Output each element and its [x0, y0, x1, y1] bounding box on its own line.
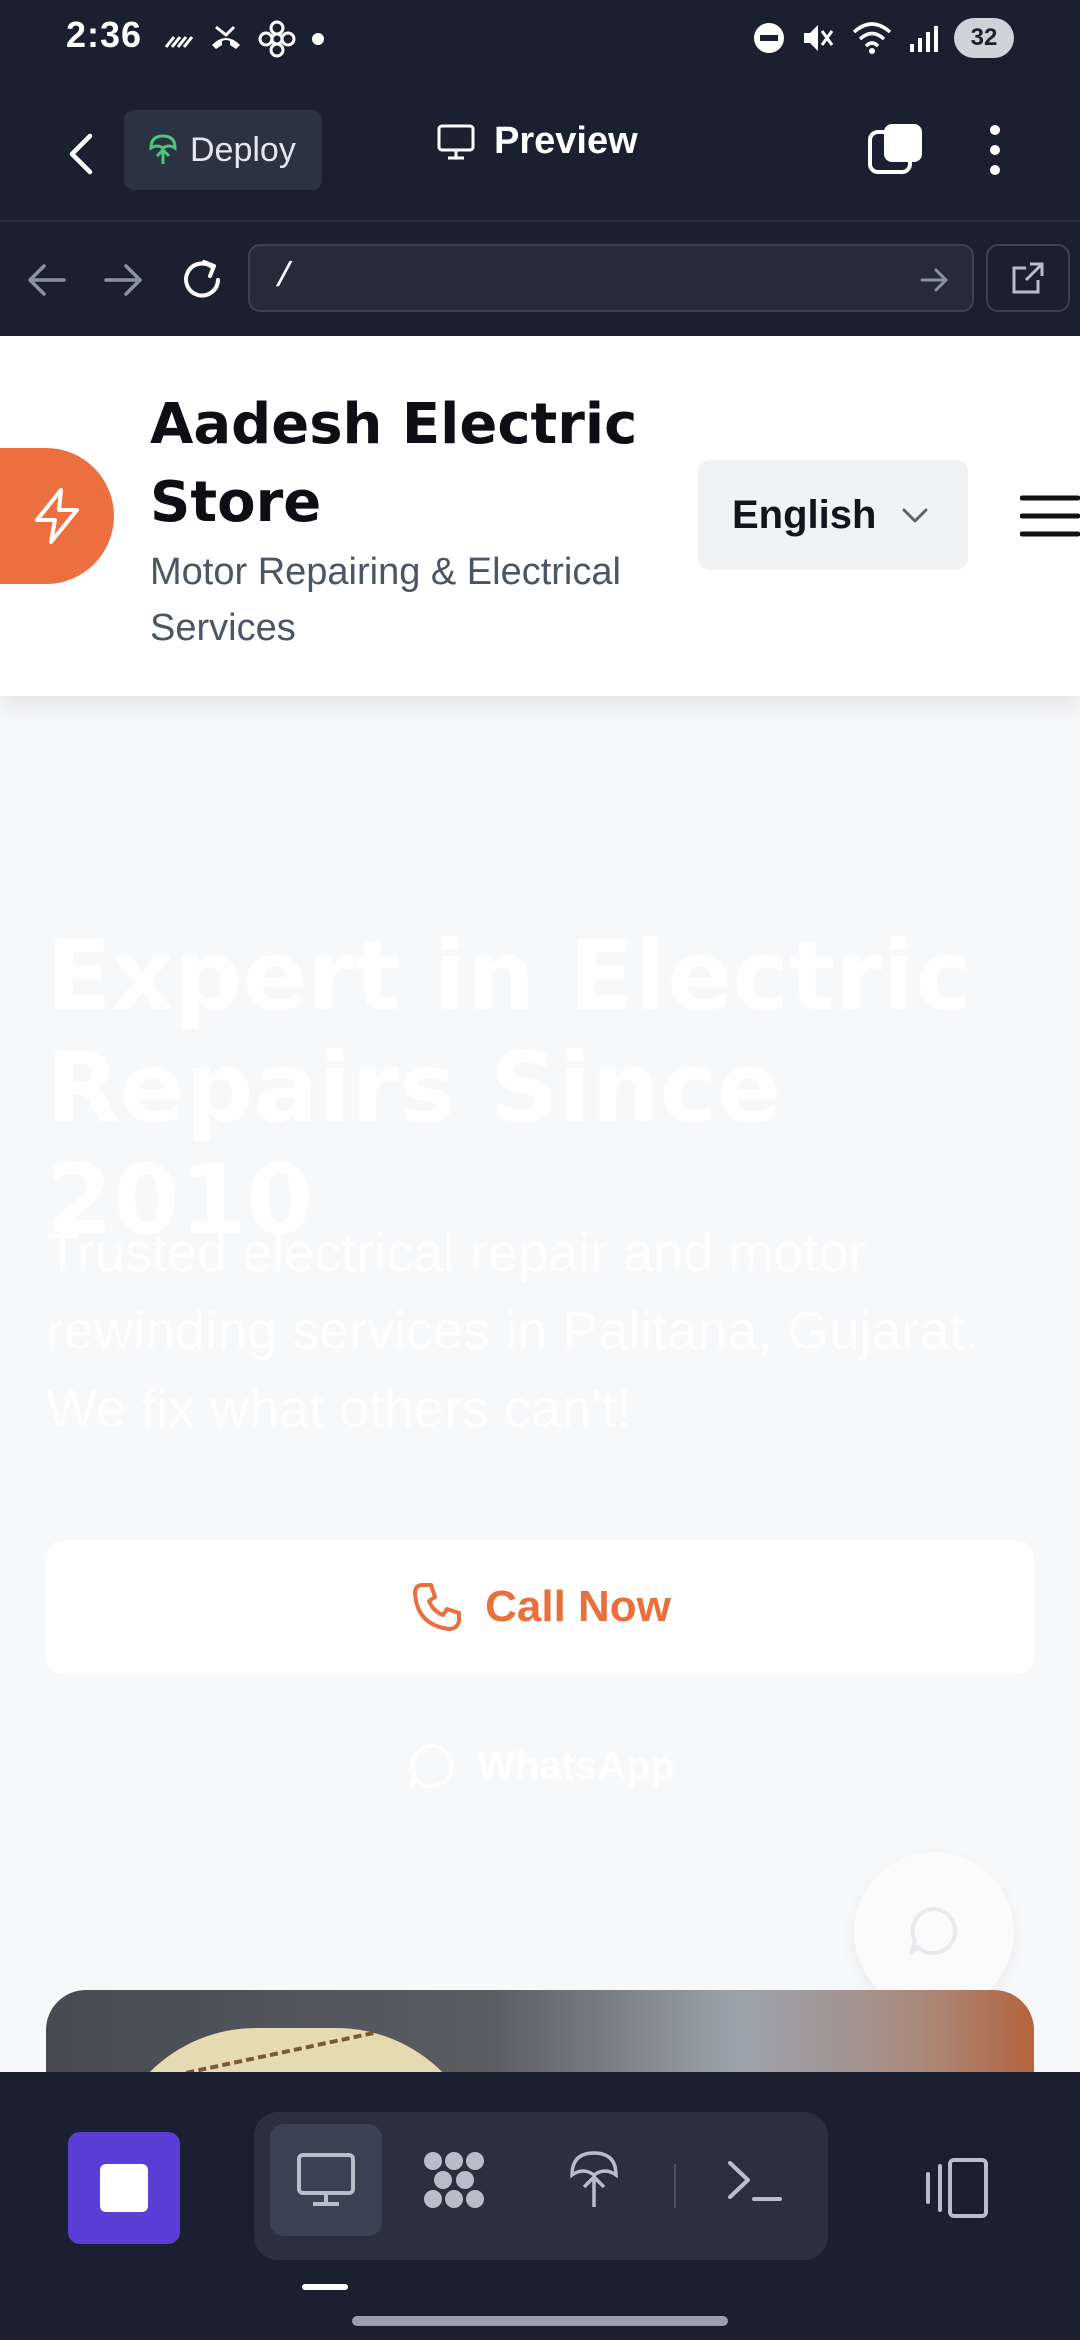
app-bar: Deploy Preview	[0, 80, 1080, 220]
sidebar-layout-icon	[926, 2158, 988, 2218]
active-tab-indicator	[302, 2284, 348, 2290]
terminal-tool-button[interactable]	[698, 2124, 810, 2236]
whatsapp-label: WhatsApp	[477, 1743, 675, 1788]
site-tagline: Motor Repairing & Electrical Services	[150, 551, 621, 649]
site-title: Aadesh Electric Store	[150, 392, 638, 535]
chat-icon	[909, 1907, 958, 1955]
deploy-tool-button[interactable]	[538, 2124, 650, 2236]
nodes-tool-button[interactable]	[398, 2124, 510, 2236]
notification-dot-icon	[312, 33, 324, 45]
language-value: English	[732, 492, 877, 537]
missed-call-icon	[212, 25, 240, 49]
deploy-icon	[149, 134, 177, 164]
deploy-label: Deploy	[190, 130, 296, 169]
bottom-toolbar	[0, 2072, 1080, 2340]
deploy-button[interactable]: Deploy	[124, 110, 322, 190]
stop-icon	[100, 2164, 148, 2212]
call-now-button[interactable]: Call Now	[46, 1540, 1034, 1674]
open-external-button[interactable]	[986, 244, 1070, 312]
menu-icon	[1019, 495, 1080, 537]
arrow-right-icon	[104, 264, 142, 296]
hero-subtitle: Trusted electrical repair and motor rewi…	[46, 1223, 980, 1439]
go-arrow-icon[interactable]	[920, 266, 950, 294]
more-vertical-icon	[990, 125, 1000, 175]
reload-icon	[184, 260, 220, 298]
hero-title: Expert in Electric Repairs Since 2010	[46, 920, 973, 1256]
cell-signal-icon	[910, 26, 938, 52]
url-input[interactable]: /	[248, 244, 974, 312]
fan-icon	[258, 20, 296, 58]
back-button[interactable]	[58, 124, 108, 184]
tool-separator	[674, 2164, 676, 2208]
external-link-icon	[1012, 262, 1044, 294]
deploy-icon	[570, 2151, 618, 2207]
layout-toggle-button[interactable]	[920, 2156, 990, 2220]
mute-icon	[804, 25, 834, 51]
browser-forward-button[interactable]	[102, 260, 146, 300]
whatsapp-button[interactable]: WhatsApp	[46, 1716, 1034, 1816]
preview-tool-button[interactable]	[270, 2124, 382, 2236]
dnd-icon	[754, 23, 784, 53]
status-right-icons: 32	[752, 18, 1014, 58]
hamburger-menu-button[interactable]	[1019, 494, 1080, 538]
call-now-label: Call Now	[485, 1582, 671, 1631]
chevron-left-icon	[69, 133, 93, 175]
preview-tab[interactable]: Preview	[436, 120, 638, 163]
stop-button[interactable]	[68, 2132, 180, 2244]
browser-back-button[interactable]	[24, 260, 68, 300]
language-select[interactable]: English	[698, 460, 968, 570]
status-time: 2:36	[66, 14, 143, 55]
url-text: /	[274, 259, 295, 297]
lightning-icon	[35, 488, 79, 544]
message-circle-icon	[409, 1743, 454, 1788]
wifi-icon	[852, 22, 892, 54]
browser-toolbar: /	[0, 222, 1080, 336]
chevron-down-icon	[902, 508, 928, 523]
terminal-icon	[728, 2161, 782, 2201]
arrow-left-icon	[28, 264, 66, 296]
tabs-button[interactable]	[866, 120, 926, 180]
tabs-icon	[868, 124, 922, 174]
battery-indicator: 32	[954, 18, 1014, 58]
web-preview: Aadesh Electric Store Motor Repairing & …	[0, 336, 1080, 2072]
home-indicator[interactable]	[352, 2316, 728, 2326]
tool-group	[254, 2112, 828, 2260]
monitor-icon	[297, 2153, 355, 2206]
signal-strength-icon	[164, 36, 194, 48]
more-options-button[interactable]	[980, 120, 1010, 180]
hero-image	[46, 1990, 1034, 2072]
screen: 2:36 32 Deploy Preview / Aadesh Electric…	[0, 0, 1080, 2340]
site-header: Aadesh Electric Store Motor Repairing & …	[0, 336, 1080, 696]
grid-cluster-icon	[424, 2152, 484, 2208]
monitor-icon	[437, 124, 475, 159]
status-left-icons	[162, 20, 326, 58]
preview-label: Preview	[494, 120, 638, 162]
chat-fab-button[interactable]	[854, 1852, 1014, 2012]
phone-icon	[413, 1583, 462, 1631]
status-bar: 2:36 32	[0, 0, 1080, 80]
reload-button[interactable]	[178, 256, 226, 304]
site-logo[interactable]	[0, 448, 114, 584]
